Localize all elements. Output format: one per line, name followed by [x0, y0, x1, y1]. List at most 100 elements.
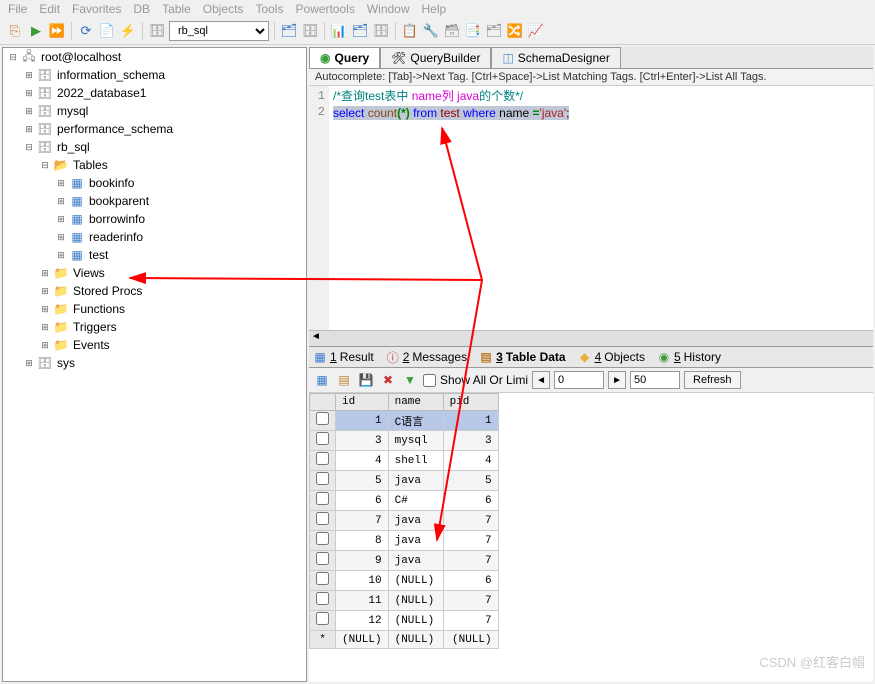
object-browser[interactable]: ⊟ 🖧 root@localhost ⊞🗄information_schema … — [2, 47, 307, 682]
run-icon[interactable]: ▶ — [27, 22, 45, 40]
nav-next[interactable]: ► — [608, 371, 626, 389]
tool11-icon[interactable]: 🔀 — [506, 22, 524, 40]
data-grid[interactable]: id name pid 1 C语言 1 3 mysql 3 4 shell 4 … — [309, 393, 873, 682]
nav-prev[interactable]: ◄ — [532, 371, 550, 389]
tool12-icon[interactable]: 📈 — [527, 22, 545, 40]
tool7-icon[interactable]: 🔧 — [422, 22, 440, 40]
form-view-icon[interactable]: ▤ — [335, 371, 353, 389]
col-id[interactable]: id — [336, 394, 389, 411]
cell-id[interactable]: 11 — [336, 591, 389, 611]
cell-name[interactable]: (NULL) — [388, 591, 443, 611]
cell-pid[interactable]: 7 — [443, 611, 498, 631]
tree-db-information-schema[interactable]: ⊞🗄information_schema — [3, 66, 306, 84]
menu-db[interactable]: DB — [133, 2, 150, 16]
tree-db-rb-sql[interactable]: ⊟🗄rb_sql — [3, 138, 306, 156]
tool5-icon[interactable]: 🗄 — [372, 22, 390, 40]
delete-row-icon[interactable]: ✖ — [379, 371, 397, 389]
cell-name[interactable]: java — [388, 511, 443, 531]
tree-folder-tables[interactable]: ⊟📂Tables — [3, 156, 306, 174]
rtab-objects[interactable]: ◆4 Objects — [578, 350, 645, 364]
cell-name[interactable]: (NULL) — [388, 571, 443, 591]
col-name[interactable]: name — [388, 394, 443, 411]
cell-id[interactable]: 6 — [336, 491, 389, 511]
save-btn-icon[interactable]: 💾 — [357, 371, 375, 389]
cell-name[interactable]: C# — [388, 491, 443, 511]
table-row[interactable]: 10 (NULL) 6 — [310, 571, 499, 591]
row-checkbox[interactable] — [316, 512, 329, 525]
row-checkbox[interactable] — [316, 432, 329, 445]
row-checkbox[interactable] — [316, 572, 329, 585]
grid-view-icon[interactable]: ▦ — [313, 371, 331, 389]
tree-table-bookparent[interactable]: ⊞▦bookparent — [3, 192, 306, 210]
tree-root[interactable]: ⊟ 🖧 root@localhost — [3, 48, 306, 66]
col-pid[interactable]: pid — [443, 394, 498, 411]
tool3-icon[interactable]: 📊 — [330, 22, 348, 40]
cell-pid[interactable]: 6 — [443, 571, 498, 591]
row-checkbox[interactable] — [316, 472, 329, 485]
tab-querybuilder[interactable]: 🛠QueryBuilder — [380, 47, 491, 68]
tool6-icon[interactable]: 📋 — [401, 22, 419, 40]
tree-table-test[interactable]: ⊞▦test — [3, 246, 306, 264]
chk-header[interactable] — [310, 394, 336, 411]
tool2-icon[interactable]: 🗄 — [301, 22, 319, 40]
tree-folder-procs[interactable]: ⊞📁Stored Procs — [3, 282, 306, 300]
menu-favorites[interactable]: Favorites — [72, 2, 121, 16]
refresh-icon[interactable]: ⟳ — [77, 22, 95, 40]
tab-schemadesigner[interactable]: ◫SchemaDesigner — [491, 47, 620, 68]
tree-table-readerinfo[interactable]: ⊞▦readerinfo — [3, 228, 306, 246]
tree-folder-events[interactable]: ⊞📁Events — [3, 336, 306, 354]
tool1-icon[interactable]: 🗂 — [280, 22, 298, 40]
show-all-checkbox[interactable] — [423, 374, 436, 387]
tree-folder-functions[interactable]: ⊞📁Functions — [3, 300, 306, 318]
menu-help[interactable]: Help — [422, 2, 447, 16]
menu-edit[interactable]: Edit — [39, 2, 60, 16]
tab-query[interactable]: ◉Query — [309, 47, 380, 68]
row-checkbox[interactable] — [316, 592, 329, 605]
cell-name[interactable]: java — [388, 471, 443, 491]
row-checkbox[interactable] — [316, 412, 329, 425]
db-icon[interactable]: 🗄 — [148, 22, 166, 40]
database-selector[interactable]: rb_sql — [169, 21, 269, 41]
cell-pid[interactable]: 4 — [443, 451, 498, 471]
tool10-icon[interactable]: 🗂 — [485, 22, 503, 40]
table-row[interactable]: 9 java 7 — [310, 551, 499, 571]
cell-pid[interactable]: 3 — [443, 431, 498, 451]
horizontal-scrollbar[interactable] — [309, 330, 873, 346]
execute-icon[interactable]: ⚡ — [119, 22, 137, 40]
new-row[interactable]: * (NULL) (NULL) (NULL) — [310, 631, 499, 649]
table-row[interactable]: 1 C语言 1 — [310, 411, 499, 431]
collapse-icon[interactable]: ⊟ — [7, 52, 19, 63]
cell-name[interactable]: C语言 — [388, 411, 443, 431]
row-checkbox[interactable] — [316, 492, 329, 505]
cell-pid[interactable]: 7 — [443, 591, 498, 611]
cell-name[interactable]: mysql — [388, 431, 443, 451]
rtab-result[interactable]: ▦1 Result — [313, 350, 374, 364]
cell-id[interactable]: 12 — [336, 611, 389, 631]
cell-pid[interactable]: 7 — [443, 511, 498, 531]
cell-name[interactable]: java — [388, 551, 443, 571]
cell-id[interactable]: 3 — [336, 431, 389, 451]
refresh-button[interactable]: Refresh — [684, 371, 741, 389]
new-query-icon[interactable]: 📄 — [98, 22, 116, 40]
offset-input[interactable] — [554, 371, 604, 389]
row-checkbox[interactable] — [316, 552, 329, 565]
cell-name[interactable]: shell — [388, 451, 443, 471]
rtab-history[interactable]: ◉5 History — [657, 350, 721, 364]
menu-table[interactable]: Table — [162, 2, 191, 16]
cell-id[interactable]: 9 — [336, 551, 389, 571]
cell-id[interactable]: 5 — [336, 471, 389, 491]
cell-pid[interactable]: 1 — [443, 411, 498, 431]
filter-icon[interactable]: ▼ — [401, 371, 419, 389]
table-row[interactable]: 11 (NULL) 7 — [310, 591, 499, 611]
table-row[interactable]: 8 java 7 — [310, 531, 499, 551]
new-connection-icon[interactable]: ⎘ — [6, 22, 24, 40]
tool8-icon[interactable]: 🗃 — [443, 22, 461, 40]
tree-db-2022-database1[interactable]: ⊞🗄2022_database1 — [3, 84, 306, 102]
table-row[interactable]: 3 mysql 3 — [310, 431, 499, 451]
table-row[interactable]: 12 (NULL) 7 — [310, 611, 499, 631]
menu-window[interactable]: Window — [367, 2, 410, 16]
cell-id[interactable]: 10 — [336, 571, 389, 591]
tree-folder-triggers[interactable]: ⊞📁Triggers — [3, 318, 306, 336]
cell-id[interactable]: 8 — [336, 531, 389, 551]
rtab-tabledata[interactable]: ▤3 Table Data — [479, 350, 565, 364]
